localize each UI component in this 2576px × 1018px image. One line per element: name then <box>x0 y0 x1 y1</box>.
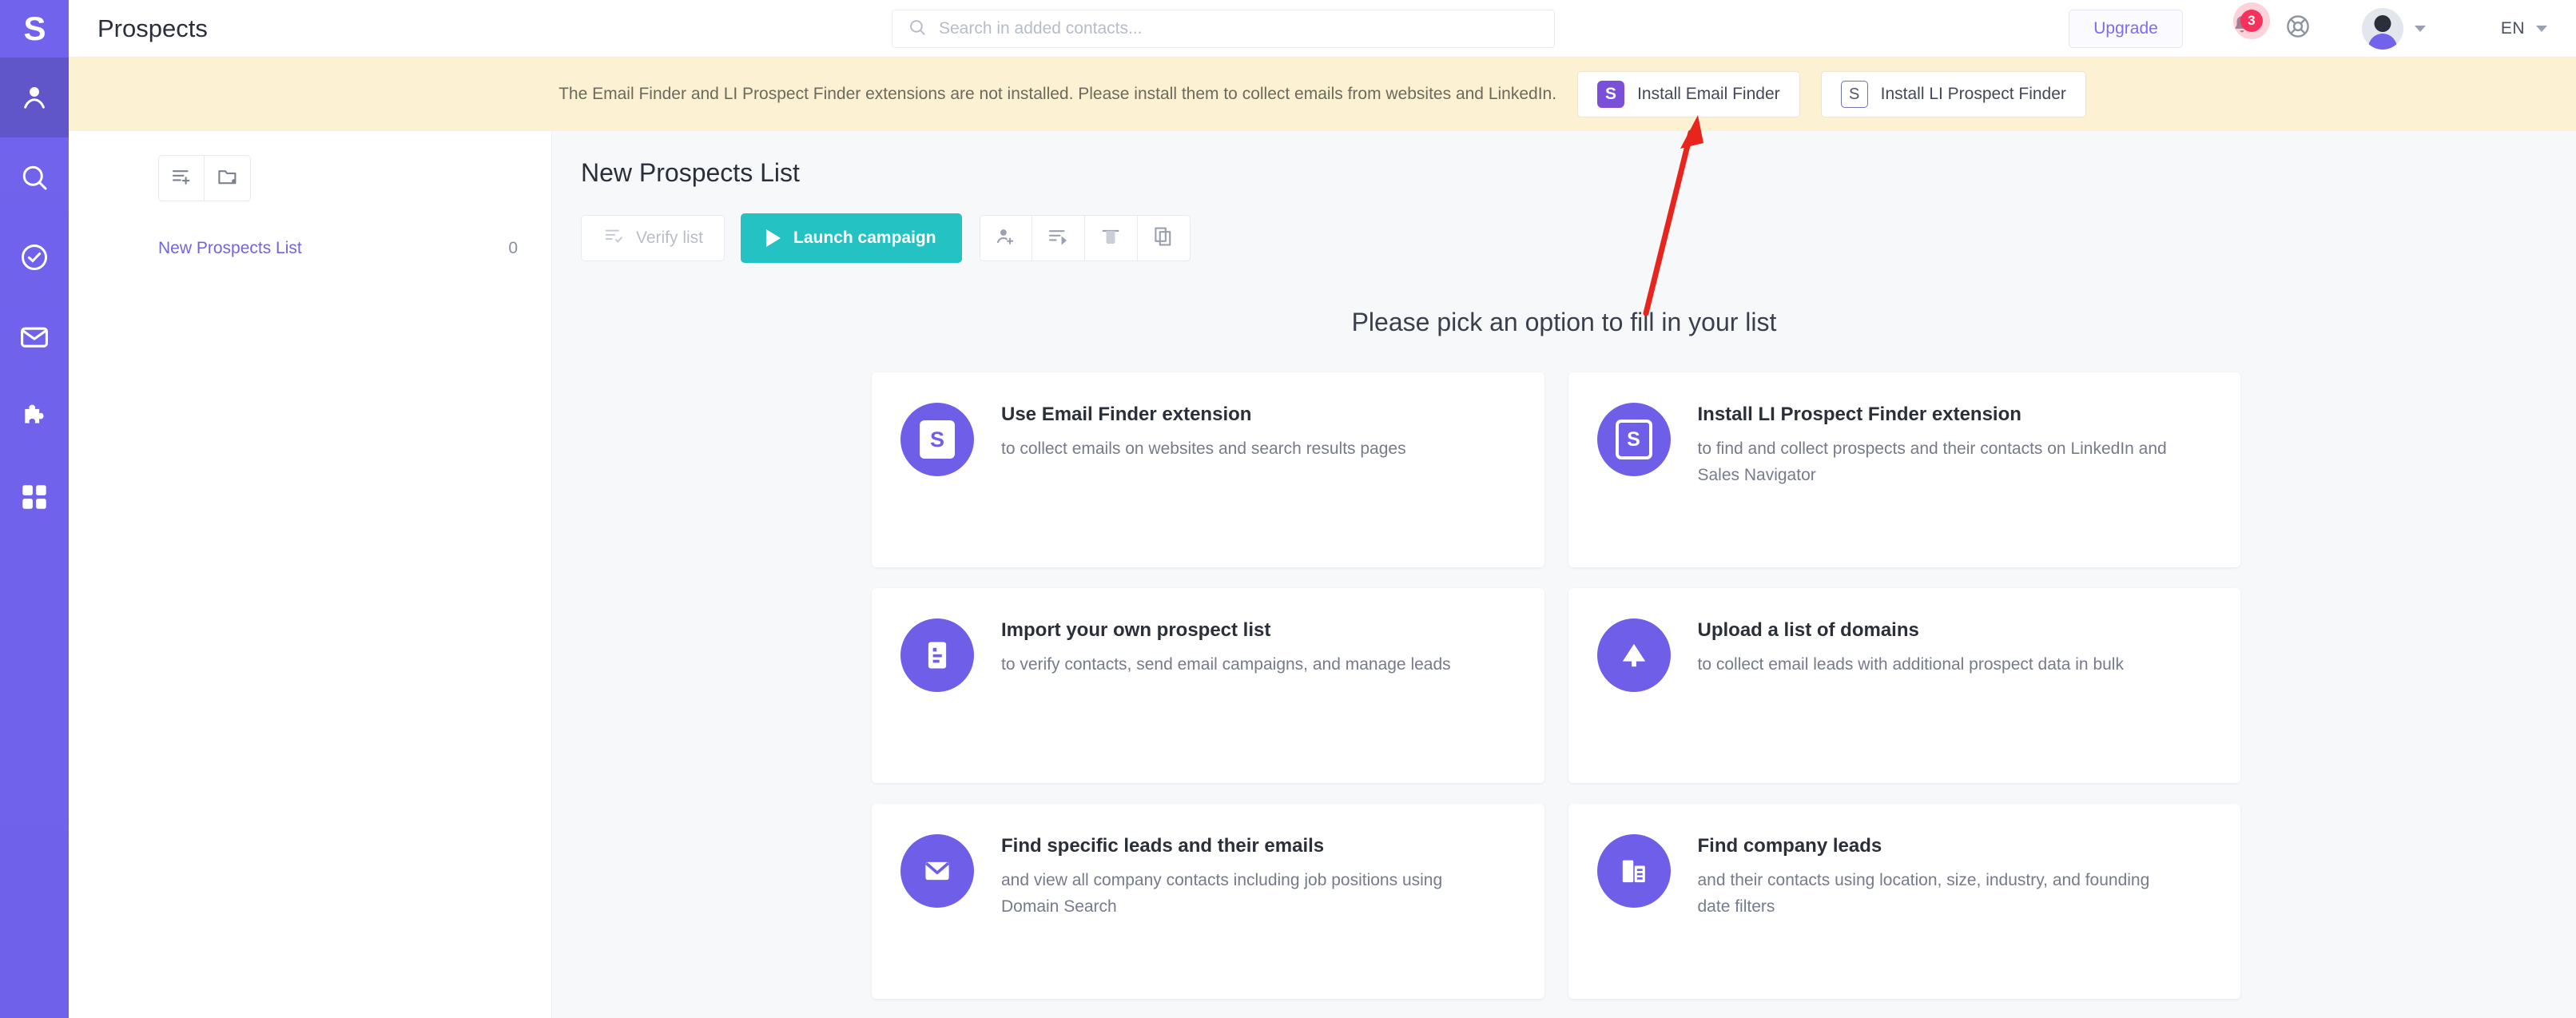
launch-campaign-label: Launch campaign <box>793 229 936 248</box>
language-label: EN <box>2501 19 2525 38</box>
check-circle-icon <box>18 241 51 274</box>
add-list-button[interactable] <box>158 155 205 201</box>
chevron-down-icon <box>2415 26 2426 32</box>
install-li-prospect-finder-label: Install LI Prospect Finder <box>1881 85 2066 104</box>
notifications-button[interactable]: 3 <box>2220 8 2264 50</box>
envelope-icon <box>18 320 51 354</box>
sidebar-item-campaigns[interactable] <box>0 297 69 377</box>
card-title: Upload a list of domains <box>1698 618 2124 642</box>
card-description: and view all company contacts including … <box>1001 868 1489 920</box>
main-content: New Prospects List Verify list <box>552 131 2576 1018</box>
new-folder-button[interactable] <box>205 155 251 201</box>
card-description: and their contacts using location, size,… <box>1698 868 2185 920</box>
verify-list-button[interactable]: Verify list <box>581 215 725 261</box>
banner-message: The Email Finder and LI Prospect Finder … <box>559 85 1556 104</box>
launch-campaign-button[interactable]: Launch campaign <box>741 213 962 263</box>
puzzle-icon <box>18 400 51 434</box>
install-email-finder-label: Install Email Finder <box>1637 85 1780 104</box>
option-card-find-leads-emails[interactable]: Find specific leads and their emails and… <box>872 804 1544 999</box>
option-card-upload-domains[interactable]: Upload a list of domains to collect emai… <box>1568 588 2241 783</box>
card-title: Import your own prospect list <box>1001 618 1451 642</box>
snovio-s-outline-icon: S <box>1841 81 1868 108</box>
play-icon <box>766 229 781 247</box>
sidebar-item-search[interactable] <box>0 137 69 217</box>
chevron-down-icon <box>2536 26 2547 32</box>
language-selector[interactable]: EN <box>2467 19 2547 38</box>
notification-badge: 3 <box>2240 10 2263 32</box>
trash-icon <box>1099 225 1123 253</box>
install-li-prospect-finder-button[interactable]: S Install LI Prospect Finder <box>1821 71 2086 117</box>
option-card-find-company-leads[interactable]: Find company leads and their contacts us… <box>1568 804 2241 999</box>
card-description: to collect emails on websites and search… <box>1001 436 1406 463</box>
card-title: Install LI Prospect Finder extension <box>1698 403 2185 427</box>
add-prospect-button[interactable] <box>980 215 1032 261</box>
page-title: Prospects <box>97 14 208 43</box>
card-description: to find and collect prospects and their … <box>1698 436 2185 488</box>
search-icon <box>18 161 51 194</box>
sidebar-item-apps[interactable] <box>0 457 69 537</box>
verify-list-icon <box>602 225 625 252</box>
main-column: Prospects Upgrade <box>69 0 2576 1018</box>
top-bar: Prospects Upgrade <box>69 0 2576 58</box>
card-title: Use Email Finder extension <box>1001 403 1406 427</box>
add-list-icon <box>169 165 193 193</box>
help-button[interactable] <box>2276 8 2320 50</box>
copy-icon <box>1151 225 1175 253</box>
top-bar-actions: Upgrade 3 <box>2069 8 2576 50</box>
list-item-count: 0 <box>508 239 518 258</box>
card-title: Find specific leads and their emails <box>1001 834 1489 858</box>
sidebar-item-prospects[interactable] <box>0 58 69 137</box>
snovio-logo[interactable]: S <box>0 0 69 58</box>
import-list-icon <box>900 618 974 692</box>
list-title: New Prospects List <box>581 158 2576 188</box>
account-menu[interactable] <box>2362 8 2426 50</box>
lists-toolbar <box>158 155 551 201</box>
upload-cloud-icon <box>1597 618 1671 692</box>
new-folder-icon <box>216 165 240 193</box>
envelope-icon <box>900 834 974 908</box>
snovio-s-filled-icon: S <box>900 403 974 476</box>
list-item-name: New Prospects List <box>158 239 302 258</box>
extensions-warning-banner: The Email Finder and LI Prospect Finder … <box>69 58 2576 131</box>
option-card-import-prospect-list[interactable]: Import your own prospect list to verify … <box>872 588 1544 783</box>
pick-option-heading: Please pick an option to fill in your li… <box>552 308 2576 337</box>
sidebar-item-verify[interactable] <box>0 217 69 297</box>
left-icon-rail: S <box>0 0 69 1018</box>
sidebar-item-integrations[interactable] <box>0 377 69 457</box>
add-prospect-icon <box>994 225 1018 253</box>
app-root: S <box>0 0 2576 1018</box>
card-description: to verify contacts, send email campaigns… <box>1001 652 1451 678</box>
list-toolbar: Verify list Launch campaign <box>581 213 2576 263</box>
install-email-finder-button[interactable]: S Install Email Finder <box>1577 71 1800 117</box>
snovio-s-filled-icon: S <box>1597 81 1624 108</box>
sort-list-button[interactable] <box>1032 215 1085 261</box>
verify-list-label: Verify list <box>636 229 703 248</box>
card-title: Find company leads <box>1698 834 2185 858</box>
building-icon <box>1597 834 1671 908</box>
avatar <box>2362 8 2403 50</box>
person-icon <box>18 81 51 114</box>
delete-button[interactable] <box>1085 215 1138 261</box>
copy-button[interactable] <box>1138 215 1191 261</box>
lifebuoy-icon <box>2284 12 2312 45</box>
main-header: New Prospects List Verify list <box>552 131 2576 263</box>
upgrade-button[interactable]: Upgrade <box>2069 10 2183 48</box>
search-box[interactable] <box>892 10 1555 48</box>
option-cards-grid: S Use Email Finder extension to collect … <box>872 372 2240 999</box>
sort-list-icon <box>1046 225 1070 253</box>
list-item[interactable]: New Prospects List 0 <box>69 225 551 272</box>
content-body: New Prospects List 0 New Prospects List <box>69 131 2576 1018</box>
card-description: to collect email leads with additional p… <box>1698 652 2124 678</box>
option-card-use-email-finder[interactable]: S Use Email Finder extension to collect … <box>872 372 1544 567</box>
snovio-s-outline-icon: S <box>1597 403 1671 476</box>
lists-panel: New Prospects List 0 <box>69 131 552 1018</box>
grid-icon <box>18 480 51 514</box>
option-card-install-li-prospect-finder[interactable]: S Install LI Prospect Finder extension t… <box>1568 372 2241 567</box>
list-action-icons <box>980 215 1191 261</box>
search-input[interactable] <box>939 19 1540 38</box>
search-icon <box>907 17 928 42</box>
